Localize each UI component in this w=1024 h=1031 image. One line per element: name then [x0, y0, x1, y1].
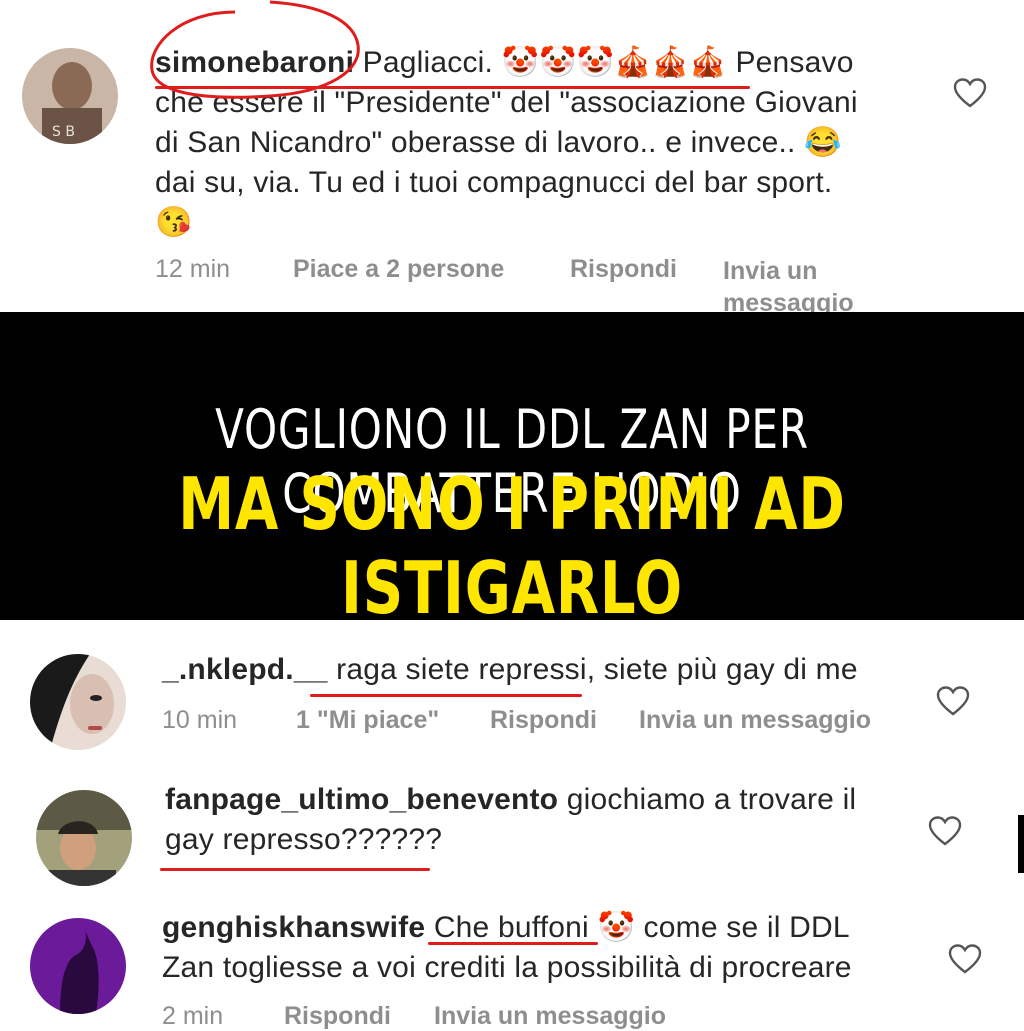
- comment-line: Zan togliesse a voi crediti la possibili…: [162, 951, 852, 984]
- avatar[interactable]: S B: [22, 48, 118, 144]
- avatar[interactable]: [30, 654, 126, 750]
- comment-text: _.nklepd.__ raga siete repressi, siete p…: [162, 650, 922, 690]
- heart-icon[interactable]: [953, 78, 987, 108]
- comment-meta: 2 min Rispondi Invia un messaggio: [162, 1002, 666, 1031]
- comment-highlight: Che buffoni: [433, 911, 589, 944]
- comment-line: giochiamo a trovare il: [566, 783, 857, 816]
- banner-subheadline: MA SONO I PRIMI AD ISTIGARLO: [178, 462, 846, 630]
- avatar[interactable]: [36, 790, 132, 886]
- reply-link[interactable]: Rispondi: [490, 706, 639, 735]
- annotation-underline: [160, 868, 430, 871]
- send-message-line: Invia un: [723, 257, 818, 285]
- comment-line: gay represso??????: [165, 823, 443, 856]
- timestamp: 12 min: [155, 255, 231, 283]
- timestamp: 2 min: [162, 1002, 224, 1030]
- heart-icon[interactable]: [948, 944, 982, 974]
- heart-icon[interactable]: [936, 686, 970, 716]
- username[interactable]: genghiskhanswife: [162, 911, 425, 944]
- send-message-link[interactable]: Invia un messaggio: [639, 706, 871, 735]
- comment-line: 😘: [155, 206, 193, 239]
- edge-marker: [1018, 815, 1024, 873]
- annotation-underline: [428, 942, 598, 945]
- likes-count[interactable]: Piace a 2 persone: [293, 255, 570, 319]
- likes-count[interactable]: 1 "Mi piace": [296, 706, 490, 735]
- comment-line: Pagliacci. 🤡🤡🤡🎪🎪🎪 Pensavo: [362, 46, 854, 79]
- comment-line: raga siete repressi, siete più gay di me: [336, 653, 858, 686]
- username[interactable]: _.nklepd.__: [162, 653, 328, 686]
- comment-text: genghiskhanswife Che buffoni 🤡 come se i…: [162, 908, 922, 988]
- svg-text:S B: S B: [52, 124, 75, 140]
- send-message-link[interactable]: Invia un messaggio: [434, 1002, 666, 1031]
- comment-line: dai su, via. Tu ed i tuoi compagnucci de…: [155, 166, 833, 199]
- comment-meta: 12 min Piace a 2 persone Rispondi Invia …: [155, 255, 854, 319]
- username[interactable]: fanpage_ultimo_benevento: [165, 783, 558, 816]
- comment-text: fanpage_ultimo_benevento giochiamo a tro…: [165, 780, 865, 860]
- comment-meta: 10 min 1 "Mi piace" Rispondi Invia un me…: [162, 706, 871, 735]
- reply-link[interactable]: Rispondi: [570, 255, 723, 319]
- annotation-underline: [310, 694, 582, 697]
- annotation-underline: [155, 86, 750, 89]
- reply-link[interactable]: Rispondi: [284, 1002, 434, 1031]
- send-message-link[interactable]: Invia un messaggio: [723, 255, 854, 319]
- comment-line: di San Nicandro" oberasse di lavoro.. e …: [155, 126, 842, 159]
- heart-icon[interactable]: [928, 816, 962, 846]
- annotation-circle: [150, 0, 360, 99]
- comment-line: 🤡 come se il DDL: [597, 911, 850, 944]
- timestamp: 10 min: [162, 706, 238, 734]
- avatar[interactable]: [30, 918, 126, 1014]
